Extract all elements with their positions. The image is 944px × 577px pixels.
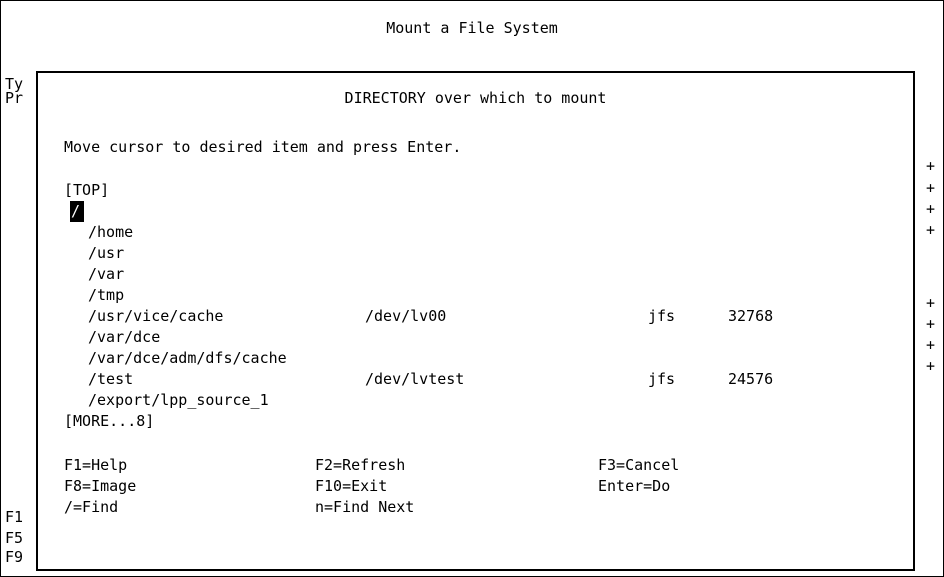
item-size: 24576 bbox=[728, 370, 774, 388]
selected-cursor: / bbox=[70, 201, 85, 222]
background-label-fragment: F9 bbox=[5, 548, 24, 566]
item-directory: /usr/vice/cache bbox=[88, 307, 224, 325]
item-fstype: jfs bbox=[648, 370, 676, 388]
list-item[interactable]: /usr bbox=[88, 243, 903, 264]
f1-help-key[interactable]: F1=Help bbox=[64, 455, 127, 476]
background-label-fragment: F1 bbox=[5, 508, 24, 526]
list-item[interactable]: /var bbox=[88, 264, 903, 285]
list-top-marker: [TOP] bbox=[64, 181, 110, 199]
list-indicator-plus: + bbox=[926, 200, 936, 218]
list-indicator-plus: + bbox=[926, 357, 936, 375]
enter-do-key[interactable]: Enter=Do bbox=[598, 476, 670, 497]
screen-title: Mount a File System bbox=[386, 19, 558, 37]
item-directory: /var/dce/adm/dfs/cache bbox=[88, 349, 287, 367]
list-item[interactable]: /export/lpp_source_1 bbox=[88, 390, 903, 411]
list-indicator-plus: + bbox=[926, 179, 936, 197]
popup-instruction: Move cursor to desired item and press En… bbox=[64, 138, 462, 156]
find-key[interactable]: /=Find bbox=[64, 497, 118, 518]
background-label-fragment: F5 bbox=[5, 529, 24, 547]
item-directory: /home bbox=[88, 223, 134, 241]
directory-selection-popup: DIRECTORY over which to mount Move curso… bbox=[36, 71, 915, 571]
find-next-key[interactable]: n=Find Next bbox=[315, 497, 414, 518]
popup-title: DIRECTORY over which to mount bbox=[344, 89, 607, 107]
background-label-fragment: Pr bbox=[5, 89, 24, 107]
item-directory: /tmp bbox=[88, 286, 125, 304]
item-fstype: jfs bbox=[648, 307, 676, 325]
list-indicator-plus: + bbox=[926, 336, 936, 354]
item-directory: /usr bbox=[88, 244, 125, 262]
list-indicator-plus: + bbox=[926, 315, 936, 333]
f10-exit-key[interactable]: F10=Exit bbox=[315, 476, 387, 497]
item-directory: /export/lpp_source_1 bbox=[88, 391, 269, 409]
list-item[interactable]: /usr/vice/cache /dev/lv00 jfs 32768 bbox=[88, 306, 903, 327]
list-item-root[interactable]: / bbox=[70, 201, 903, 222]
item-size: 32768 bbox=[728, 307, 774, 325]
item-directory: /test bbox=[88, 370, 134, 388]
smit-screen: Mount a File System Ty Pr F1 F5 F9 + + +… bbox=[0, 0, 944, 577]
f3-cancel-key[interactable]: F3=Cancel bbox=[598, 455, 679, 476]
list-item[interactable]: /var/dce/adm/dfs/cache bbox=[88, 348, 903, 369]
list-item[interactable]: /var/dce bbox=[88, 327, 903, 348]
item-device: /dev/lv00 bbox=[365, 307, 447, 325]
list-indicator-plus: + bbox=[926, 157, 936, 175]
item-directory: /var/dce bbox=[88, 328, 161, 346]
f8-image-key[interactable]: F8=Image bbox=[64, 476, 136, 497]
f2-refresh-key[interactable]: F2=Refresh bbox=[315, 455, 405, 476]
list-item[interactable]: /tmp bbox=[88, 285, 903, 306]
list-item[interactable]: /test /dev/lvtest jfs 24576 bbox=[88, 369, 903, 390]
list-indicator-plus: + bbox=[926, 294, 936, 312]
list-more-marker: [MORE...8] bbox=[64, 412, 155, 430]
item-directory: /var bbox=[88, 265, 125, 283]
list-item[interactable]: /home bbox=[88, 222, 903, 243]
list-indicator-plus: + bbox=[926, 221, 936, 239]
item-device: /dev/lvtest bbox=[365, 370, 465, 388]
